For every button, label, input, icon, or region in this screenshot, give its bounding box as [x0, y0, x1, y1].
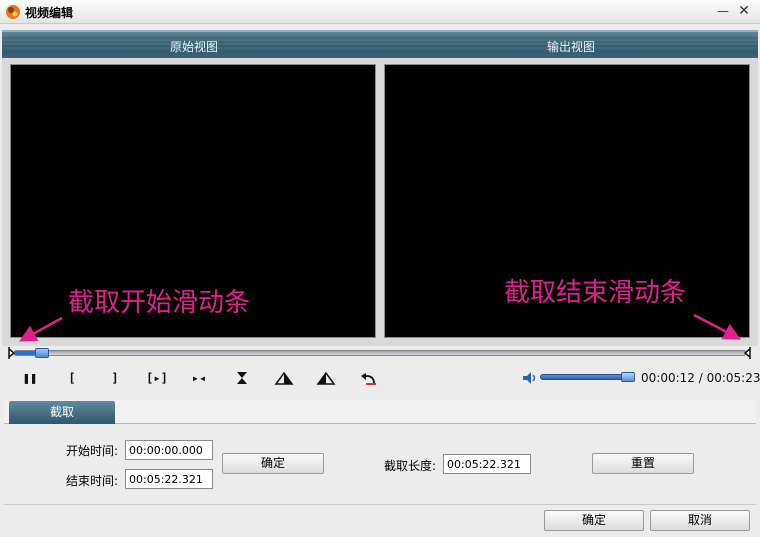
trim-length-input[interactable] [443, 454, 531, 474]
fade-in-icon[interactable] [273, 370, 295, 386]
play-selection-button[interactable]: [▸] [146, 370, 168, 386]
volume-slider-handle[interactable] [621, 372, 635, 382]
trim-end-marker-icon[interactable] [744, 347, 751, 359]
time-display: 00:00:12 / 00:05:23 [641, 371, 760, 385]
cancel-button[interactable]: 取消 [650, 510, 750, 531]
trim-slider-track[interactable] [14, 350, 746, 356]
mark-in-button[interactable]: [ [61, 370, 83, 386]
end-time-label: 结束时间: [66, 474, 119, 488]
tab-strip [4, 400, 756, 424]
reset-button[interactable]: 重置 [592, 453, 694, 474]
source-view-label: 原始视图 [170, 40, 219, 54]
fade-out-icon[interactable] [315, 370, 337, 386]
split-button[interactable]: ▸◂ [188, 370, 210, 386]
volume-slider-track[interactable] [540, 374, 632, 380]
volume-icon[interactable] [522, 371, 538, 385]
apply-time-button[interactable]: 确定 [222, 453, 324, 474]
end-slider-annotation: 截取结束滑动条 [504, 278, 687, 308]
view-header: 原始视图 输出视图 [2, 30, 758, 58]
mark-out-button[interactable]: ] [104, 370, 126, 386]
ok-button[interactable]: 确定 [544, 510, 644, 531]
app-logo-icon [6, 5, 20, 19]
title-bar: 视频编辑 — ✕ [0, 0, 760, 24]
minimize-button[interactable]: — [716, 4, 730, 18]
center-icon[interactable] [231, 370, 253, 386]
trim-length-label: 截取长度: [384, 459, 437, 473]
trim-start-marker-icon[interactable] [8, 347, 15, 359]
pause-button[interactable]: ❚❚ [19, 370, 41, 386]
start-time-label: 开始时间: [66, 444, 119, 458]
trim-start-handle[interactable] [35, 348, 49, 358]
start-time-input[interactable] [125, 440, 213, 460]
tab-trim[interactable]: 截取 [9, 401, 115, 424]
close-button[interactable]: ✕ [737, 4, 751, 18]
start-slider-annotation: 截取开始滑动条 [68, 288, 251, 318]
window-title: 视频编辑 [25, 6, 74, 20]
output-view-label: 输出视图 [547, 40, 596, 54]
end-time-input[interactable] [125, 469, 213, 489]
undo-icon[interactable] [358, 370, 380, 386]
